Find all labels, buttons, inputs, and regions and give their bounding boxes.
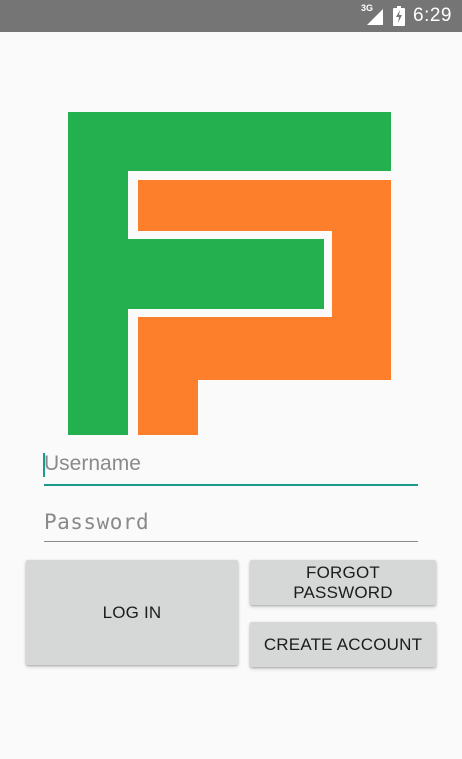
password-underline — [44, 541, 418, 542]
login-button[interactable]: LOG IN — [26, 560, 238, 665]
forgot-password-button[interactable]: FORGOT PASSWORD — [250, 560, 436, 605]
password-input[interactable] — [44, 508, 418, 536]
status-time: 6:29 — [413, 5, 452, 26]
username-underline — [44, 484, 418, 486]
create-account-button[interactable]: CREATE ACCOUNT — [250, 622, 436, 667]
username-input[interactable] — [44, 450, 418, 478]
status-icons: 3G 6:29 — [361, 0, 452, 32]
text-cursor — [43, 453, 45, 477]
battery-charging-icon — [393, 6, 406, 26]
password-field-container — [44, 508, 418, 542]
app-logo — [68, 112, 395, 438]
signal-icon: 3G — [361, 3, 385, 27]
username-field-container — [43, 450, 418, 486]
status-bar: 3G 6:29 — [0, 0, 462, 32]
